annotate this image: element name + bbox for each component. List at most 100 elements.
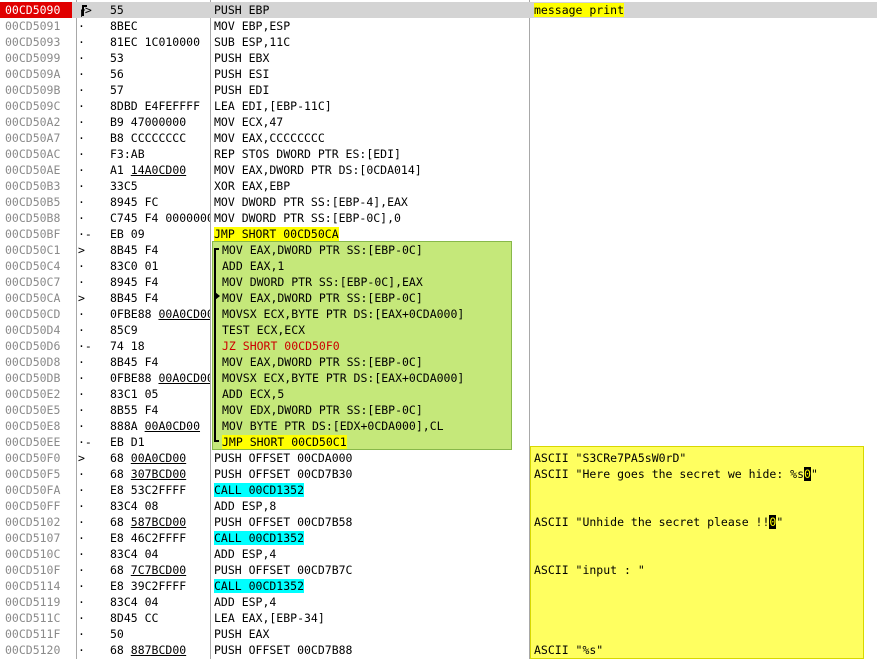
instruction-row[interactable]: 00CD50C1 >8B45 F4 MOV EAX,DWORD PTR SS:[EB…: [0, 242, 877, 258]
instruction-row[interactable]: 00CD50F5 · 68 307BCD00 PUSH OFFSET 00CD7B30…: [0, 466, 877, 482]
comment-text: ASCII "%s": [534, 643, 604, 657]
comment-cell: [534, 82, 877, 98]
jump-marker: ·: [78, 499, 85, 513]
instruction-row[interactable]: 00CD511F · 50 PUSH EAX: [0, 626, 877, 642]
hex-dump-cell: 68 887BCD00: [110, 642, 210, 658]
hex-dump-cell: 85C9: [110, 322, 210, 338]
text-cursor: 0: [804, 467, 811, 481]
disassembly-cell: MOV DWORD PTR SS:[EBP-0C],EAX: [222, 274, 535, 290]
loop-jump-arrow-icon: [215, 292, 220, 300]
opcode-bytes: 50: [110, 627, 124, 641]
instruction-row[interactable]: 00CD5114 · E8 39C2FFFF CALL 00CD1352: [0, 578, 877, 594]
instruction-row[interactable]: 00CD5090 ┌> 55 PUSH EBP message print: [0, 2, 877, 18]
instruction-text: PUSH OFFSET 00CD7B58: [214, 515, 353, 529]
address-cell: 00CD50C7: [5, 275, 61, 289]
hex-dump-cell: 0FBE88 00A0CD00: [110, 306, 210, 322]
instruction-row[interactable]: 00CD50C4 · 83C0 01 ADD EAX,1: [0, 258, 877, 274]
address-cell: 00CD5119: [5, 595, 61, 609]
instruction-text: MOV EAX,DWORD PTR SS:[EBP-0C]: [222, 291, 423, 305]
hex-dump-cell: 83C4 04: [110, 594, 210, 610]
comment-text: ASCII "Unhide the secret please !!: [534, 515, 770, 529]
opcode-bytes: 74 18: [110, 339, 145, 353]
opcode-bytes: 83C4 08: [110, 499, 159, 513]
hex-dump-cell: 83C0 01: [110, 258, 210, 274]
instruction-row[interactable]: 00CD509B · 57 PUSH EDI: [0, 82, 877, 98]
instruction-row[interactable]: 00CD5119 · 83C4 04 ADD ESP,4: [0, 594, 877, 610]
comment-text: ASCII "input : ": [534, 563, 645, 577]
instruction-row[interactable]: 00CD50E5 · 8B55 F4 MOV EDX,DWORD PTR SS:[EB…: [0, 402, 877, 418]
opcode-bytes: 57: [110, 83, 124, 97]
instruction-row[interactable]: 00CD510F · 68 7C7BCD00 PUSH OFFSET 00CD7B7C…: [0, 562, 877, 578]
hex-dump-cell: E8 46C2FFFF: [110, 530, 210, 546]
opcode-bytes: 8D45 CC: [110, 611, 159, 625]
instruction-row[interactable]: 00CD50DB · 0FBE88 00A0CD00 MOVSX ECX,BYTE P…: [0, 370, 877, 386]
instruction-row[interactable]: 00CD511C · 8D45 CC LEA EAX,[EBP-34]: [0, 610, 877, 626]
instruction-text: REP STOS DWORD PTR ES:[EDI]: [214, 147, 401, 161]
instruction-row[interactable]: 00CD50D6 ·- 74 18 JZ SHORT 00CD50F0: [0, 338, 877, 354]
disassembly-cell: MOV BYTE PTR DS:[EDX+0CDA000],CL: [222, 418, 535, 434]
instruction-text: MOV DWORD PTR SS:[EBP-0C],0: [214, 211, 401, 225]
instruction-row[interactable]: 00CD50B3 · 33C5 XOR EAX,EBP: [0, 178, 877, 194]
instruction-row[interactable]: 00CD50FA · E8 53C2FFFF CALL 00CD1352: [0, 482, 877, 498]
address-cell: 00CD50A7: [5, 131, 61, 145]
instruction-text: ADD EAX,1: [222, 259, 285, 273]
opcode-bytes: F3:AB: [110, 147, 145, 161]
instruction-row[interactable]: 00CD50EE ·- EB D1 JMP SHORT 00CD50C1: [0, 434, 877, 450]
instruction-row[interactable]: 00CD50BF ·- EB 09 JMP SHORT 00CD50CA: [0, 226, 877, 242]
instruction-text: LEA EAX,[EBP-34]: [214, 611, 325, 625]
instruction-row[interactable]: 00CD50B8 · C745 F4 00000000 MOV DWORD PTR S…: [0, 210, 877, 226]
hex-dump-cell: 68 307BCD00: [110, 466, 210, 482]
instruction-row[interactable]: 00CD50D8 · 8B45 F4 MOV EAX,DWORD PTR SS:[EB…: [0, 354, 877, 370]
comment-cell: [534, 66, 877, 82]
jump-marker: ·: [78, 179, 85, 193]
jump-marker: ·: [78, 83, 85, 97]
instruction-row[interactable]: 00CD50E2 · 83C1 05 ADD ECX,5: [0, 386, 877, 402]
address-cell: 00CD50CA: [5, 291, 61, 305]
instruction-row[interactable]: 00CD50FF · 83C4 08 ADD ESP,8: [0, 498, 877, 514]
jump-marker: ·: [78, 371, 85, 385]
instruction-row[interactable]: 00CD50A7 · B8 CCCCCCCC MOV EAX,CCCCCCCC: [0, 130, 877, 146]
hex-dump-cell: E8 53C2FFFF: [110, 482, 210, 498]
opcode-bytes: 56: [110, 67, 124, 81]
instruction-row[interactable]: 00CD50AE · A1 14A0CD00 MOV EAX,DWORD PTR DS…: [0, 162, 877, 178]
jump-marker: ·: [78, 211, 85, 225]
instruction-text: MOV ECX,47: [214, 115, 284, 129]
address-cell: 00CD509C: [5, 99, 61, 113]
jump-marker: ·: [78, 627, 85, 641]
instruction-row[interactable]: 00CD50F0 >68 00A0CD00 PUSH OFFSET 00CDA000…: [0, 450, 877, 466]
jump-marker: ·: [78, 611, 85, 625]
instruction-text: MOVSX ECX,BYTE PTR DS:[EAX+0CDA000]: [222, 371, 465, 385]
instruction-row[interactable]: 00CD510C · 83C4 04 ADD ESP,4: [0, 546, 877, 562]
instruction-row[interactable]: 00CD509C · 8DBD E4FEFFFF LEA EDI,[EBP-11C]: [0, 98, 877, 114]
instruction-row[interactable]: 00CD5107 · E8 46C2FFFF CALL 00CD1352: [0, 530, 877, 546]
instruction-row[interactable]: 00CD50A2 · B9 47000000 MOV ECX,47: [0, 114, 877, 130]
instruction-row[interactable]: 00CD5091 · 8BEC MOV EBP,ESP: [0, 18, 877, 34]
opcode-bytes: 8945 F4: [110, 275, 159, 289]
instruction-row[interactable]: 00CD50CA >8B45 F4 MOV EAX,DWORD PTR SS:[EB…: [0, 290, 877, 306]
instruction-row[interactable]: 00CD50AC · F3:AB REP STOS DWORD PTR ES:[EDI…: [0, 146, 877, 162]
instruction-row[interactable]: 00CD50D4 · 85C9 TEST ECX,ECX: [0, 322, 877, 338]
opcode-bytes: B8 CCCCCCCC: [110, 131, 187, 145]
instruction-row[interactable]: 00CD50CD · 0FBE88 00A0CD00 MOVSX ECX,BYTE P…: [0, 306, 877, 322]
jump-marker: ·: [78, 515, 85, 529]
instruction-row[interactable]: 00CD5093 · 81EC 1C010000 SUB ESP,11C: [0, 34, 877, 50]
instruction-row[interactable]: 00CD50B5 · 8945 FC MOV DWORD PTR SS:[EBP-4]…: [0, 194, 877, 210]
hex-dump-cell: 55: [110, 2, 210, 18]
disassembly-cell: ADD ESP,4: [214, 546, 527, 562]
opcode-bytes: 33C5: [110, 179, 138, 193]
opcode-bytes: E8 46C2FFFF: [110, 531, 187, 545]
instruction-row[interactable]: 00CD50E8 · 888A 00A0CD00 MOV BYTE PTR DS:[E…: [0, 418, 877, 434]
instruction-row[interactable]: 00CD5099 · 53 PUSH EBX: [0, 50, 877, 66]
opcode-bytes: 68: [110, 563, 131, 577]
comment-cell: ASCII "%s": [534, 642, 877, 658]
disassembly-cell: JMP SHORT 00CD50C1: [222, 434, 535, 450]
instruction-row[interactable]: 00CD50C7 · 8945 F4 MOV DWORD PTR SS:[EBP-0C…: [0, 274, 877, 290]
hex-dump-cell: A1 14A0CD00: [110, 162, 210, 178]
disassembly-view[interactable]: 00CD5090 ┌> 55 PUSH EBP message print 00CD509…: [0, 0, 877, 659]
instruction-row[interactable]: 00CD5102 · 68 587BCD00 PUSH OFFSET 00CD7B58…: [0, 514, 877, 530]
instruction-row[interactable]: 00CD509A · 56 PUSH ESI: [0, 66, 877, 82]
instruction-row[interactable]: 00CD5120 · 68 887BCD00 PUSH OFFSET 00CD7B88…: [0, 642, 877, 658]
opcode-bytes: 0FBE88: [110, 371, 159, 385]
address-cell: 00CD50D4: [5, 323, 61, 337]
address-operand-bytes: 307BCD00: [130, 467, 187, 481]
